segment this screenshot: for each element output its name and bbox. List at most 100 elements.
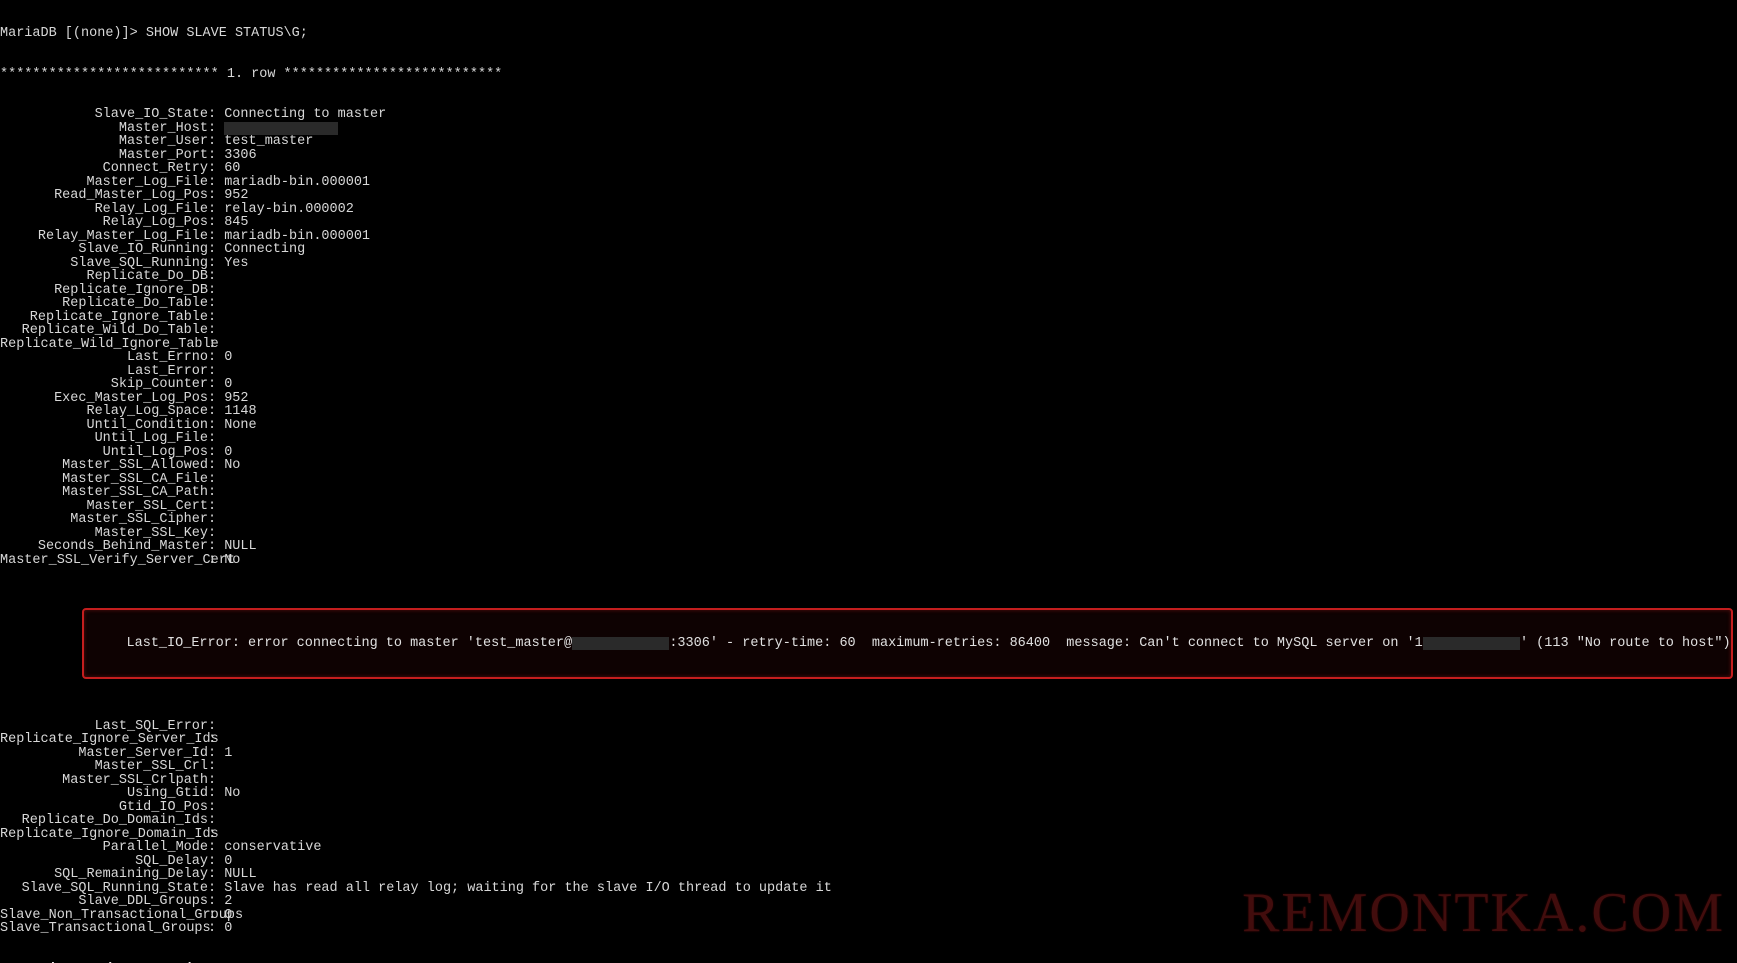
field-label: Replicate_Do_Domain_Ids	[0, 814, 208, 828]
field-label: Slave_Non_Transactional_Groups	[0, 909, 208, 923]
status-field-row: Master_Log_File: mariadb-bin.000001	[0, 176, 1737, 190]
field-value: 1	[224, 746, 232, 761]
status-field-row: Master_SSL_Crl:	[0, 760, 1737, 774]
status-field-row: Slave_IO_Running: Connecting	[0, 243, 1737, 257]
status-field-row: Slave_DDL_Groups: 2	[0, 895, 1737, 909]
field-label: Replicate_Ignore_Server_Ids	[0, 733, 208, 747]
field-label: Master_Server_Id	[0, 747, 208, 761]
status-field-row: Seconds_Behind_Master: NULL	[0, 540, 1737, 554]
field-label: Last_Error	[0, 365, 208, 379]
status-field-row: Exec_Master_Log_Pos: 952	[0, 392, 1737, 406]
field-label: Master_SSL_Cert	[0, 500, 208, 514]
status-field-row: Master_SSL_Key:	[0, 527, 1737, 541]
status-field-row: Master_SSL_Verify_Server_Cert: No	[0, 554, 1737, 568]
status-field-row: Replicate_Ignore_DB:	[0, 284, 1737, 298]
field-label: Master_SSL_CA_Path	[0, 486, 208, 500]
status-field-row: Skip_Counter: 0	[0, 378, 1737, 392]
field-label: Last_SQL_Error	[0, 720, 208, 734]
field-label: Relay_Log_Space	[0, 405, 208, 419]
field-value: No	[224, 786, 240, 801]
field-value: No	[224, 458, 240, 473]
status-field-row: Master_User: test_master	[0, 135, 1737, 149]
status-field-row: Using_Gtid: No	[0, 787, 1737, 801]
status-field-row: Until_Log_File:	[0, 432, 1737, 446]
redacted-value	[224, 122, 337, 136]
field-value: None	[224, 418, 256, 433]
command-text: SHOW SLAVE STATUS\G;	[146, 26, 308, 41]
field-label: Slave_SQL_Running_State	[0, 882, 208, 896]
field-label: Slave_IO_Running	[0, 243, 208, 257]
status-field-row: Replicate_Do_Table:	[0, 297, 1737, 311]
field-label: Gtid_IO_Pos	[0, 801, 208, 815]
field-label: Relay_Master_Log_File	[0, 230, 208, 244]
status-field-row: Master_SSL_CA_File:	[0, 473, 1737, 487]
status-field-row: Last_Errno: 0	[0, 351, 1737, 365]
field-value: Yes	[224, 256, 248, 271]
status-field-row: Replicate_Wild_Do_Table:	[0, 324, 1737, 338]
field-label: Slave_DDL_Groups	[0, 895, 208, 909]
field-value: 0	[224, 921, 232, 936]
status-field-row: Connect_Retry: 60	[0, 162, 1737, 176]
status-field-row: Master_SSL_CA_Path:	[0, 486, 1737, 500]
error-text-pre: error connecting to master 'test_master@	[248, 636, 572, 651]
field-label: Master_Port	[0, 149, 208, 163]
row-header: *************************** 1. row *****…	[0, 68, 1737, 82]
field-value: conservative	[224, 840, 321, 855]
field-label: SQL_Delay	[0, 855, 208, 869]
status-field-row: Slave_Transactional_Groups: 0	[0, 922, 1737, 936]
status-field-row: Until_Log_Pos: 0	[0, 446, 1737, 460]
status-field-row: Relay_Log_Space: 1148	[0, 405, 1737, 419]
field-label: Replicate_Wild_Ignore_Table	[0, 338, 208, 352]
field-label: Last_Errno	[0, 351, 208, 365]
status-field-row: Replicate_Do_Domain_Ids:	[0, 814, 1737, 828]
command-line: MariaDB [(none)]> SHOW SLAVE STATUS\G;	[0, 27, 1737, 41]
error-highlight-box: Last_IO_Error: error connecting to maste…	[82, 608, 1733, 680]
status-field-row: Master_SSL_Cipher:	[0, 513, 1737, 527]
field-label: Slave_IO_State	[0, 108, 208, 122]
field-label: Replicate_Ignore_Domain_Ids	[0, 828, 208, 842]
status-field-row: Replicate_Wild_Ignore_Table:	[0, 338, 1737, 352]
status-field-row: Master_Server_Id: 1	[0, 747, 1737, 761]
status-field-row: Master_SSL_Crlpath:	[0, 774, 1737, 788]
status-field-row: Last_Error:	[0, 365, 1737, 379]
error-text-mid: :3306' - retry-time: 60 maximum-retries:…	[669, 636, 1422, 651]
status-field-row: Replicate_Ignore_Table:	[0, 311, 1737, 325]
prompt: MariaDB [(none)]>	[0, 26, 146, 41]
status-fields-1: Slave_IO_State: Connecting to masterMast…	[0, 108, 1737, 567]
field-label: Parallel_Mode	[0, 841, 208, 855]
status-field-row: Read_Master_Log_Pos: 952	[0, 189, 1737, 203]
status-field-row: SQL_Delay: 0	[0, 855, 1737, 869]
field-label: Master_SSL_CA_File	[0, 473, 208, 487]
field-label: Replicate_Wild_Do_Table	[0, 324, 208, 338]
field-label: Master_SSL_Key	[0, 527, 208, 541]
status-field-row: Parallel_Mode: conservative	[0, 841, 1737, 855]
field-label: Master_Host	[0, 122, 208, 136]
field-label: Replicate_Ignore_Table	[0, 311, 208, 325]
status-field-row: Replicate_Ignore_Domain_Ids:	[0, 828, 1737, 842]
field-label: Replicate_Do_DB	[0, 270, 208, 284]
terminal-output: MariaDB [(none)]> SHOW SLAVE STATUS\G; *…	[0, 0, 1737, 963]
field-label: Until_Condition	[0, 419, 208, 433]
field-label: Replicate_Do_Table	[0, 297, 208, 311]
field-value: Connecting to master	[224, 107, 386, 122]
status-field-row: Master_SSL_Allowed: No	[0, 459, 1737, 473]
error-text-end: ' (113 "No route to host")	[1520, 636, 1731, 651]
field-label: Using_Gtid	[0, 787, 208, 801]
status-field-row: SQL_Remaining_Delay: NULL	[0, 868, 1737, 882]
field-label: Relay_Log_Pos	[0, 216, 208, 230]
redacted-host-2	[1423, 637, 1520, 651]
field-label: Until_Log_Pos	[0, 446, 208, 460]
field-label: Replicate_Ignore_DB	[0, 284, 208, 298]
field-label: Master_SSL_Crl	[0, 760, 208, 774]
status-field-row: Relay_Log_Pos: 845	[0, 216, 1737, 230]
field-label: Master_SSL_Allowed	[0, 459, 208, 473]
status-field-row: Replicate_Ignore_Server_Ids:	[0, 733, 1737, 747]
status-field-row: Relay_Master_Log_File: mariadb-bin.00000…	[0, 230, 1737, 244]
redacted-host-1	[572, 637, 669, 651]
field-label: Relay_Log_File	[0, 203, 208, 217]
status-field-row: Master_Port: 3306	[0, 149, 1737, 163]
status-field-row: Master_Host:	[0, 122, 1737, 136]
field-value: 0	[224, 350, 232, 365]
status-field-row: Slave_IO_State: Connecting to master	[0, 108, 1737, 122]
field-label: Master_SSL_Verify_Server_Cert	[0, 554, 208, 568]
